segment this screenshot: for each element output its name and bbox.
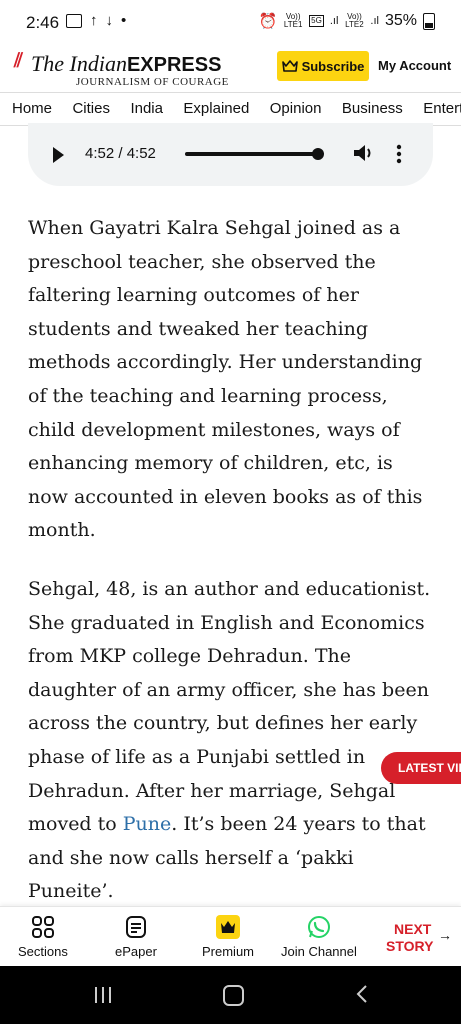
nav-item-opinion[interactable]: Opinion bbox=[270, 93, 322, 117]
nav-item-india[interactable]: India bbox=[130, 93, 163, 117]
logo-bold: EXPRESS bbox=[126, 54, 222, 76]
more-options-icon[interactable] bbox=[396, 144, 402, 164]
recent-apps-icon[interactable] bbox=[93, 986, 113, 1004]
sections-button[interactable]: Sections bbox=[18, 915, 68, 959]
notification-icons: ↑ ↓ • bbox=[66, 12, 126, 29]
sim2-label: Vo)) LTE2 bbox=[345, 12, 364, 29]
nav-item-business[interactable]: Business bbox=[342, 93, 403, 117]
article-body: When Gayatri Kalra Sehgal joined as a pr… bbox=[28, 212, 438, 934]
audio-player: 4:52 / 4:52 bbox=[28, 123, 433, 186]
premium-crown-icon bbox=[216, 915, 240, 939]
audio-time: 4:52 / 4:52 bbox=[85, 145, 156, 162]
article-paragraph-1: When Gayatri Kalra Sehgal joined as a pr… bbox=[28, 217, 423, 542]
download-icon: ↓ bbox=[105, 12, 114, 29]
system-nav-bar bbox=[0, 966, 461, 1024]
my-account-link[interactable]: My Account bbox=[378, 58, 451, 73]
sim1-label: Vo)) LTE1 bbox=[283, 12, 303, 29]
network-type: 5G bbox=[309, 15, 324, 27]
whatsapp-icon bbox=[307, 916, 330, 938]
epaper-label: ePaper bbox=[115, 944, 157, 959]
status-bar: 2:46 ↑ ↓ • ⏰ Vo)) LTE1 5G .ıl Vo)) LTE2 … bbox=[0, 0, 461, 44]
signal-icon-2: .ıl bbox=[370, 15, 379, 27]
nav-item-explained[interactable]: Explained bbox=[183, 93, 249, 117]
pune-link[interactable]: Pune bbox=[123, 813, 172, 835]
back-icon[interactable] bbox=[355, 984, 369, 1004]
status-right: ⏰ Vo)) LTE1 5G .ıl Vo)) LTE2 .ıl 35% bbox=[258, 12, 435, 30]
gallery-icon bbox=[66, 13, 82, 28]
bottom-toolbar: Sections ePaper Premium Join Channel NEX… bbox=[0, 906, 461, 967]
upload-icon: ↑ bbox=[90, 12, 98, 29]
battery-icon bbox=[423, 12, 435, 30]
logo-tagline: JOURNALISM OF COURAGE bbox=[76, 76, 229, 88]
volume-icon[interactable] bbox=[352, 143, 376, 163]
join-channel-button[interactable]: Join Channel bbox=[281, 915, 357, 959]
next-story-button[interactable]: NEXT STORY bbox=[386, 921, 433, 955]
nav-item-home[interactable]: Home bbox=[12, 93, 52, 117]
latest-videos-button[interactable]: LATEST VIDEOS bbox=[381, 752, 461, 784]
logo-text: The IndianEXPRESS bbox=[31, 51, 221, 77]
nav-item-entertainment[interactable]: Entertainment bbox=[423, 93, 461, 117]
article-paragraph-2: Sehgal, 48, is an author and educationis… bbox=[28, 573, 438, 909]
audio-progress-handle[interactable] bbox=[312, 148, 324, 160]
epaper-button[interactable]: ePaper bbox=[115, 915, 157, 959]
home-icon[interactable] bbox=[223, 985, 244, 1006]
premium-label: Premium bbox=[202, 944, 255, 959]
signal-icon: .ıl bbox=[329, 15, 339, 27]
grid-icon bbox=[31, 916, 54, 938]
audio-progress-bar[interactable] bbox=[185, 152, 319, 156]
section-nav: Home Cities India Explained Opinion Busi… bbox=[0, 92, 461, 126]
status-time: 2:46 bbox=[26, 13, 60, 32]
subscribe-label: Subscribe bbox=[301, 58, 365, 74]
battery-text: 35% bbox=[384, 12, 417, 29]
story-label: STORY bbox=[386, 938, 434, 954]
next-arrow-icon[interactable]: → bbox=[438, 927, 452, 943]
subscribe-button[interactable]: Subscribe bbox=[277, 51, 369, 81]
next-label: NEXT bbox=[394, 921, 432, 937]
logo-mark-icon: ⫽ bbox=[14, 50, 23, 72]
join-channel-label: Join Channel bbox=[281, 944, 357, 959]
logo-prefix: The Indian bbox=[31, 51, 127, 76]
site-header: ⫽ The IndianEXPRESS JOURNALISM OF COURAG… bbox=[0, 44, 461, 92]
alarm-icon: ⏰ bbox=[258, 13, 278, 30]
epaper-icon bbox=[125, 916, 146, 938]
paragraph-2-text: Sehgal, 48, is an author and educationis… bbox=[28, 577, 431, 836]
play-icon[interactable] bbox=[53, 147, 64, 163]
sections-label: Sections bbox=[18, 944, 68, 959]
premium-button[interactable]: Premium bbox=[202, 915, 254, 959]
nav-item-cities[interactable]: Cities bbox=[72, 93, 110, 117]
dot-icon: • bbox=[121, 12, 127, 29]
crown-icon bbox=[281, 60, 298, 72]
